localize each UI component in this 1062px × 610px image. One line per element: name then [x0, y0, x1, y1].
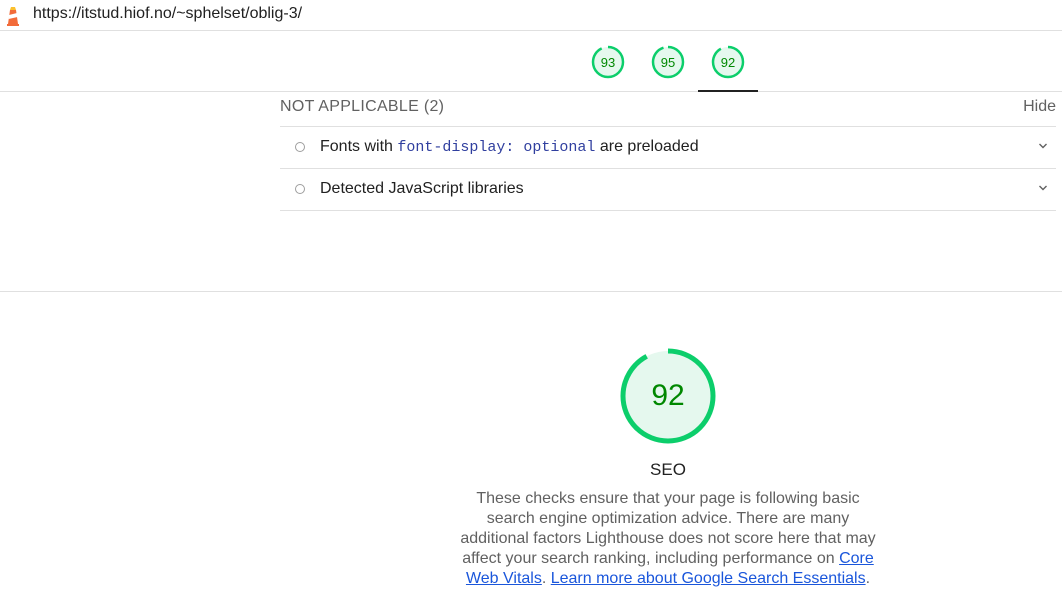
- not-applicable-icon: [295, 142, 305, 152]
- audit-title-text: Fonts with: [320, 138, 398, 155]
- seo-score-gauge: 92: [618, 346, 718, 446]
- score-gauge-accessibility[interactable]: 95: [651, 45, 685, 79]
- not-applicable-icon: [295, 184, 305, 194]
- report-url[interactable]: https://itstud.hiof.no/~sphelset/oblig-3…: [33, 5, 302, 23]
- description-end: .: [865, 570, 871, 587]
- audit-title: Fonts with font-display: optional are pr…: [320, 138, 699, 156]
- lighthouse-icon: [7, 7, 19, 26]
- section-count: (2): [423, 98, 445, 115]
- section-title-text: NOT APPLICABLE: [280, 98, 420, 115]
- description-text: These checks ensure that your page is fo…: [460, 490, 876, 567]
- audit-font-display[interactable]: Fonts with font-display: optional are pr…: [280, 127, 1056, 169]
- seo-description: These checks ensure that your page is fo…: [458, 489, 878, 589]
- chevron-down-icon[interactable]: [1038, 141, 1048, 151]
- score-gauge-seo[interactable]: 92: [711, 45, 745, 79]
- hide-button[interactable]: Hide: [1023, 98, 1056, 116]
- score-value: 95: [660, 54, 676, 70]
- seo-category-label: SEO: [650, 460, 686, 479]
- google-search-essentials-link[interactable]: Learn more about Google Search Essential…: [551, 570, 866, 587]
- audit-code: font-display: optional: [397, 139, 596, 156]
- seo-score-value: 92: [651, 379, 685, 412]
- not-applicable-header[interactable]: NOT APPLICABLE (2) Hide: [280, 92, 1056, 127]
- chevron-down-icon[interactable]: [1038, 183, 1048, 193]
- section-title: NOT APPLICABLE (2): [280, 98, 444, 116]
- score-bar: 93 95 92: [0, 31, 1062, 92]
- audit-js-libraries[interactable]: Detected JavaScript libraries: [280, 169, 1056, 211]
- score-gauge-performance[interactable]: 93: [591, 45, 625, 79]
- not-applicable-section: NOT APPLICABLE (2) Hide Fonts with font-…: [280, 92, 1056, 211]
- top-bar: https://itstud.hiof.no/~sphelset/oblig-3…: [0, 0, 1062, 31]
- score-value: 92: [720, 54, 736, 70]
- section-divider: [0, 291, 1062, 292]
- audit-title-text: are preloaded: [595, 138, 699, 155]
- score-value: 93: [600, 54, 616, 70]
- description-sep: .: [541, 570, 551, 587]
- audit-title: Detected JavaScript libraries: [320, 180, 524, 197]
